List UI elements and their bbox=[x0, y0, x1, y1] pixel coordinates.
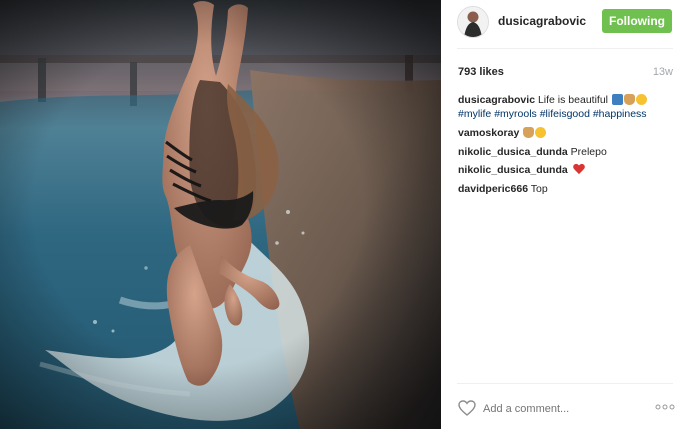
comment-item: nikolic_dusica_dunda Prelepo bbox=[458, 145, 676, 159]
comment-username[interactable]: nikolic_dusica_dunda bbox=[458, 146, 568, 158]
header-divider bbox=[457, 48, 673, 49]
post-username[interactable]: dusicagrabovic bbox=[498, 14, 586, 28]
heart-outline-icon[interactable] bbox=[458, 400, 476, 416]
post-header: dusicagrabovic Following bbox=[441, 0, 688, 48]
caption: dusicagrabovic Life is beautiful #mylife… bbox=[458, 93, 676, 121]
hashtag-link[interactable]: #mylife bbox=[458, 108, 491, 120]
footer-divider bbox=[457, 383, 673, 384]
comments-list: dusicagrabovic Life is beautiful #mylife… bbox=[458, 93, 676, 201]
hashtag-link[interactable]: #lifeisgood bbox=[540, 108, 590, 120]
red-heart-icon bbox=[573, 164, 585, 175]
post-image bbox=[0, 0, 441, 429]
comment-item: davidperic666 Top bbox=[458, 182, 676, 196]
comment-username[interactable]: vamoskoray bbox=[458, 127, 519, 139]
emoji-icon bbox=[611, 94, 623, 105]
add-comment-input[interactable] bbox=[483, 401, 633, 417]
hashtag-link[interactable]: #happiness bbox=[593, 108, 647, 120]
comment-text: Top bbox=[530, 183, 548, 196]
heart-eyes-face-icon bbox=[535, 126, 547, 138]
following-button[interactable]: Following bbox=[602, 9, 672, 33]
post-details-panel: dusicagrabovic Following 793 likes 13w d… bbox=[441, 0, 688, 429]
comment-text: Prelepo bbox=[570, 145, 607, 158]
avatar[interactable] bbox=[457, 6, 489, 38]
ok-hand-icon bbox=[623, 94, 635, 105]
comment-item: vamoskoray bbox=[458, 126, 676, 140]
comment-username[interactable]: davidperic666 bbox=[458, 183, 528, 195]
ellipsis-icon[interactable] bbox=[655, 403, 675, 411]
caption-text: Life is beautiful bbox=[537, 94, 608, 106]
post-photo[interactable] bbox=[0, 0, 441, 429]
avatar-image bbox=[458, 7, 488, 37]
ok-hand-icon bbox=[523, 126, 535, 138]
caption-username[interactable]: dusicagrabovic bbox=[458, 94, 535, 106]
hashtag-link[interactable]: #myrools bbox=[494, 108, 537, 120]
comment-item: nikolic_dusica_dunda bbox=[458, 163, 676, 177]
post-time[interactable]: 13w bbox=[653, 66, 673, 78]
likes-count[interactable]: 793 likes bbox=[458, 66, 504, 78]
comment-username[interactable]: nikolic_dusica_dunda bbox=[458, 164, 568, 176]
winking-face-icon bbox=[635, 94, 647, 105]
